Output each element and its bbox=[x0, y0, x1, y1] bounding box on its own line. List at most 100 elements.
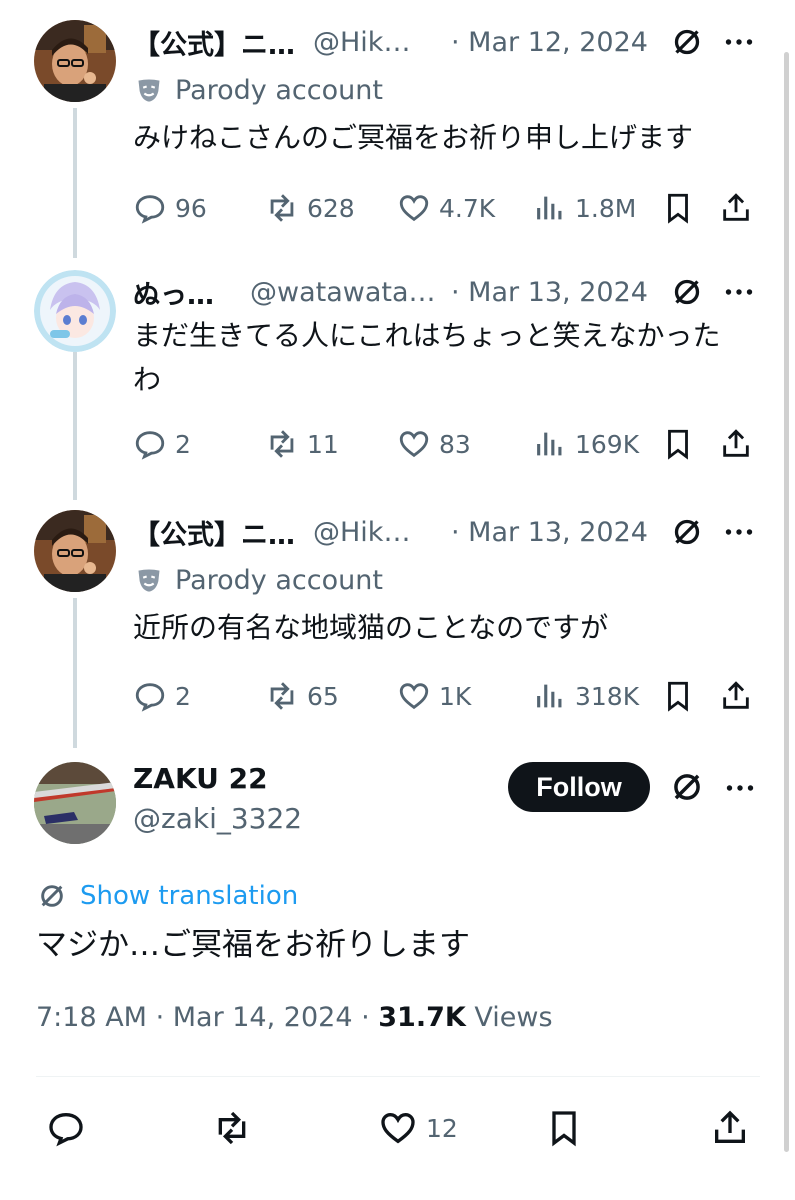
reply-icon bbox=[135, 683, 165, 712]
author-handle[interactable]: @Hik… bbox=[313, 27, 410, 58]
tweet-text: マジか…ご冥福をお祈りします bbox=[36, 927, 470, 963]
like-count: 83 bbox=[439, 429, 471, 459]
tweet-text: 近所の有名な地域猫のことなのですが bbox=[133, 611, 609, 644]
like-icon bbox=[399, 683, 429, 710]
share-icon bbox=[715, 1110, 745, 1143]
grok-icon[interactable] bbox=[669, 274, 705, 310]
parody-text: Parody account bbox=[175, 74, 383, 106]
bookmark-icon bbox=[668, 429, 688, 460]
repost-count: 11 bbox=[307, 429, 339, 459]
more-icon[interactable] bbox=[722, 770, 758, 806]
views-count: 31.7K bbox=[378, 1002, 466, 1033]
avatar[interactable] bbox=[34, 762, 116, 844]
more-icon[interactable] bbox=[721, 274, 757, 310]
author-name[interactable]: 【公式】ニ… bbox=[133, 23, 295, 62]
grok-icon[interactable] bbox=[669, 514, 705, 550]
tweet-text: まだ生きてる人にこれはちょっと笑えなかった わ bbox=[133, 314, 753, 402]
parody-label: Parody account bbox=[135, 560, 383, 600]
like-button[interactable]: 4.7K bbox=[397, 186, 495, 230]
tweet-meta: 7:18 AM · Mar 14, 2024 · 31.7K Views bbox=[36, 1002, 553, 1033]
grok-icon[interactable] bbox=[668, 768, 706, 806]
parody-mask-icon bbox=[138, 79, 160, 102]
like-icon bbox=[381, 1112, 415, 1144]
repost-count: 628 bbox=[307, 193, 355, 223]
reply-button[interactable] bbox=[46, 1104, 94, 1152]
bookmark-button[interactable] bbox=[544, 1104, 592, 1152]
views-icon bbox=[537, 196, 562, 220]
repost-icon bbox=[270, 682, 294, 710]
tweet-actions: 2 65 1K 318K bbox=[133, 674, 763, 718]
follow-button[interactable]: Follow bbox=[508, 762, 650, 812]
author-handle[interactable]: @watawata… bbox=[250, 277, 436, 308]
tweet-actions: 96 628 4.7K 1.8M bbox=[133, 186, 763, 230]
scrollbar[interactable] bbox=[784, 52, 789, 1152]
repost-icon bbox=[270, 430, 294, 458]
like-button[interactable]: 12 bbox=[378, 1104, 458, 1152]
views-icon bbox=[537, 684, 562, 708]
main-tweet-actions: 12 bbox=[36, 1104, 760, 1152]
reply-icon bbox=[135, 431, 165, 460]
show-translation-label[interactable]: Show translation bbox=[80, 881, 298, 911]
bookmark-icon bbox=[668, 681, 688, 712]
like-button[interactable]: 1K bbox=[397, 674, 471, 718]
reply-count: 2 bbox=[175, 681, 191, 711]
thread-line bbox=[73, 598, 77, 748]
share-button[interactable] bbox=[719, 674, 753, 718]
author-handle[interactable]: @zaki_3322 bbox=[133, 802, 302, 835]
repost-count: 65 bbox=[307, 681, 339, 711]
tweet-date[interactable]: Mar 12, 2024 bbox=[451, 27, 648, 58]
tweet-text-line: わ bbox=[133, 363, 162, 396]
show-translation-link[interactable]: Show translation bbox=[36, 876, 298, 916]
like-icon bbox=[399, 431, 429, 458]
repost-button[interactable]: 628 bbox=[265, 186, 355, 230]
author-name[interactable]: 【公式】ニ… bbox=[133, 513, 295, 552]
avatar[interactable] bbox=[34, 270, 116, 352]
tweet-date[interactable]: Mar 14, 2024 bbox=[173, 1002, 353, 1033]
repost-button[interactable] bbox=[212, 1104, 260, 1152]
bookmark-button[interactable] bbox=[661, 186, 695, 230]
more-icon[interactable] bbox=[721, 514, 757, 550]
author-name[interactable]: ZAKU 22 bbox=[133, 762, 268, 795]
parody-label: Parody account bbox=[135, 70, 383, 110]
tweet-date[interactable]: Mar 13, 2024 bbox=[451, 277, 648, 308]
author-handle[interactable]: @Hik… bbox=[313, 517, 410, 548]
repost-button[interactable]: 65 bbox=[265, 674, 339, 718]
like-icon bbox=[399, 195, 429, 222]
share-button[interactable] bbox=[719, 186, 753, 230]
bookmark-icon bbox=[552, 1111, 576, 1147]
like-count: 1K bbox=[439, 681, 472, 711]
thread-line bbox=[73, 108, 77, 258]
repost-button[interactable]: 11 bbox=[265, 422, 339, 466]
views-count: 1.8M bbox=[575, 193, 637, 223]
reply-icon bbox=[135, 195, 165, 224]
author-name[interactable]: ぬっ… bbox=[133, 273, 214, 312]
avatar[interactable] bbox=[34, 20, 116, 102]
tweet-date[interactable]: Mar 13, 2024 bbox=[451, 517, 648, 548]
bookmark-button[interactable] bbox=[661, 422, 695, 466]
like-count: 4.7K bbox=[439, 193, 496, 223]
parody-mask-icon bbox=[138, 569, 160, 592]
bookmark-button[interactable] bbox=[661, 674, 695, 718]
share-icon bbox=[723, 193, 749, 221]
reply-button[interactable]: 2 bbox=[133, 674, 191, 718]
share-button[interactable] bbox=[710, 1104, 758, 1152]
share-button[interactable] bbox=[719, 422, 753, 466]
tweet-time[interactable]: 7:18 AM bbox=[36, 1002, 147, 1033]
reply-button[interactable]: 96 bbox=[133, 186, 207, 230]
repost-icon bbox=[270, 194, 294, 222]
bookmark-icon bbox=[668, 193, 688, 224]
reply-button[interactable]: 2 bbox=[133, 422, 191, 466]
avatar[interactable] bbox=[34, 510, 116, 592]
views-button[interactable]: 318K bbox=[533, 674, 639, 718]
translate-icon bbox=[41, 885, 63, 907]
tweet-text: みけねこさんのご冥福をお祈り申し上げます bbox=[133, 121, 694, 154]
more-icon[interactable] bbox=[721, 24, 757, 60]
grok-icon[interactable] bbox=[669, 24, 705, 60]
like-button[interactable]: 83 bbox=[397, 422, 471, 466]
views-count: 318K bbox=[575, 681, 640, 711]
views-button[interactable]: 169K bbox=[533, 422, 639, 466]
tweet-text-line: まだ生きてる人にこれはちょっと笑えなかった bbox=[133, 319, 721, 352]
repost-icon bbox=[218, 1111, 246, 1145]
views-label: Views bbox=[474, 1002, 553, 1033]
views-button[interactable]: 1.8M bbox=[533, 186, 636, 230]
